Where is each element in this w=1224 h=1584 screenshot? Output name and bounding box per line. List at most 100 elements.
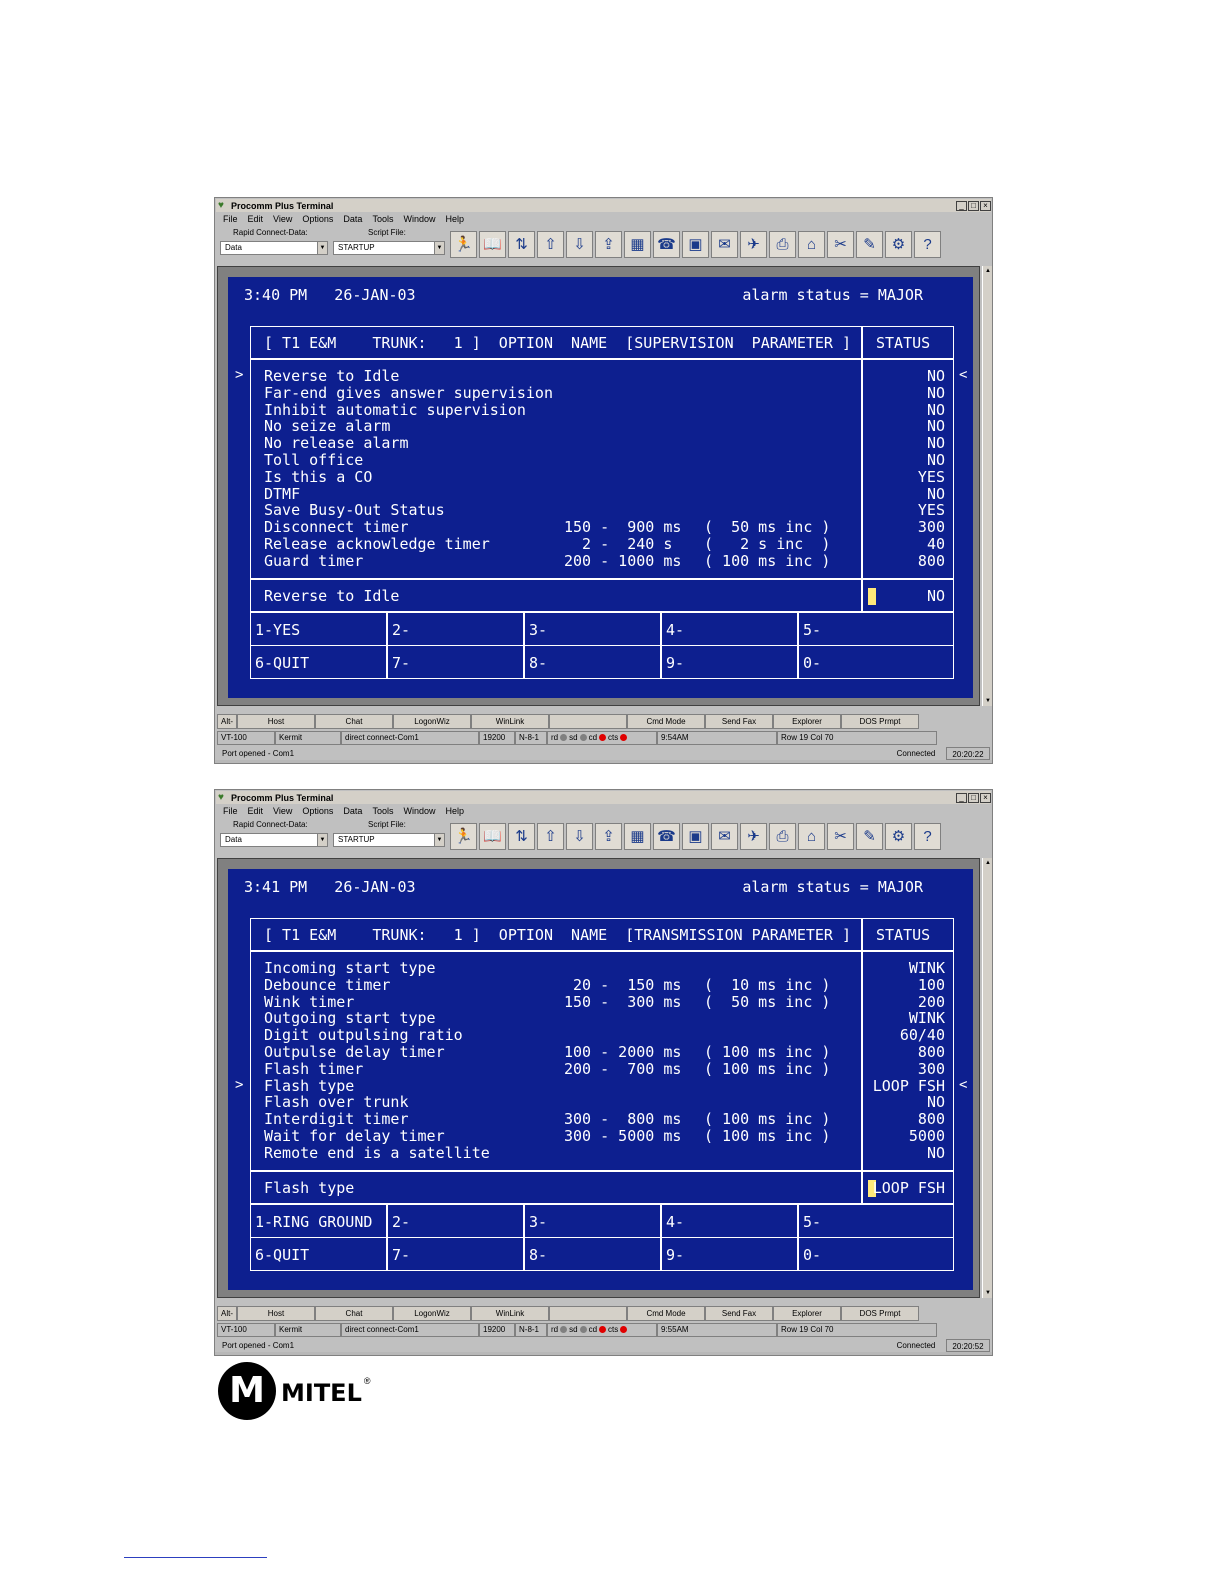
monitor-icon[interactable]: ▣ bbox=[682, 231, 709, 258]
prompt-value-box[interactable]: NO bbox=[862, 579, 954, 612]
button-bar-winlink-button[interactable]: WinLink bbox=[471, 714, 549, 729]
help-globe-icon[interactable]: ? bbox=[914, 823, 941, 850]
menu-tools[interactable]: Tools bbox=[367, 805, 398, 818]
button-bar-chat-button[interactable]: Chat bbox=[315, 1306, 393, 1321]
button-bar-explorer-button[interactable]: Explorer bbox=[773, 714, 841, 729]
send-file-icon[interactable]: ⇧ bbox=[537, 823, 564, 850]
receive-file-icon[interactable]: ⇩ bbox=[566, 823, 593, 850]
capture-icon[interactable]: ▦ bbox=[624, 231, 651, 258]
menu-help[interactable]: Help bbox=[440, 213, 469, 226]
chevron-down-icon[interactable]: ▼ bbox=[434, 242, 444, 254]
tools-icon[interactable]: ✂ bbox=[827, 231, 854, 258]
button-bar-cmdmode-button[interactable]: Cmd Mode bbox=[627, 714, 705, 729]
scroll-down-icon[interactable]: ▼ bbox=[983, 696, 992, 706]
option-key-0[interactable]: 0- bbox=[798, 1237, 954, 1271]
button-bar-blank[interactable] bbox=[549, 714, 627, 729]
upload-icon[interactable]: ⇪ bbox=[595, 231, 622, 258]
menu-file[interactable]: File bbox=[218, 805, 243, 818]
menu-window[interactable]: Window bbox=[398, 805, 440, 818]
button-bar-dosprmpt-button[interactable]: DOS Prmpt bbox=[841, 714, 919, 729]
script-file-combo[interactable]: STARTUP ▼ bbox=[333, 241, 445, 255]
chevron-down-icon[interactable]: ▼ bbox=[317, 834, 327, 846]
menu-options[interactable]: Options bbox=[297, 213, 338, 226]
button-bar-explorer-button[interactable]: Explorer bbox=[773, 1306, 841, 1321]
chevron-down-icon[interactable]: ▼ bbox=[434, 834, 444, 846]
option-key-2[interactable]: 2- bbox=[387, 1204, 524, 1238]
receive-file-icon[interactable]: ⇩ bbox=[566, 231, 593, 258]
vertical-scrollbar[interactable]: ▲ ▼ bbox=[982, 266, 992, 706]
capture-icon[interactable]: ▦ bbox=[624, 823, 651, 850]
menu-edit[interactable]: Edit bbox=[243, 213, 269, 226]
option-key-6[interactable]: 6-QUIT bbox=[250, 645, 387, 679]
tools-icon[interactable]: ✂ bbox=[827, 823, 854, 850]
button-bar-cmdmode-button[interactable]: Cmd Mode bbox=[627, 1306, 705, 1321]
rapid-connect-combo[interactable]: Data ▼ bbox=[220, 833, 328, 847]
button-bar-host-button[interactable]: Host bbox=[237, 714, 315, 729]
send-file-icon[interactable]: ⇧ bbox=[537, 231, 564, 258]
scroll-down-icon[interactable]: ▼ bbox=[983, 1288, 992, 1298]
option-key-3[interactable]: 3- bbox=[524, 612, 661, 646]
menu-help[interactable]: Help bbox=[440, 805, 469, 818]
option-key-9[interactable]: 9- bbox=[661, 645, 798, 679]
menu-window[interactable]: Window bbox=[398, 213, 440, 226]
monitor-icon[interactable]: ▣ bbox=[682, 823, 709, 850]
rapid-connect-combo[interactable]: Data ▼ bbox=[220, 241, 328, 255]
option-key-1[interactable]: 1-YES bbox=[250, 612, 387, 646]
network-icon[interactable]: ⌂ bbox=[798, 823, 825, 850]
option-key-7[interactable]: 7- bbox=[387, 645, 524, 679]
dial-icon[interactable]: ☎ bbox=[653, 231, 680, 258]
print-icon[interactable]: ⎙ bbox=[769, 231, 796, 258]
prompt-value-box[interactable]: LOOP FSH bbox=[862, 1171, 954, 1204]
option-key-6[interactable]: 6-QUIT bbox=[250, 1237, 387, 1271]
option-key-5[interactable]: 5- bbox=[798, 1204, 954, 1238]
button-bar-blank[interactable] bbox=[549, 1306, 627, 1321]
minimize-button[interactable]: _ bbox=[956, 792, 967, 803]
network-icon[interactable]: ⌂ bbox=[798, 231, 825, 258]
script-file-combo[interactable]: STARTUP ▼ bbox=[333, 833, 445, 847]
option-key-8[interactable]: 8- bbox=[524, 645, 661, 679]
option-key-8[interactable]: 8- bbox=[524, 1237, 661, 1271]
phonebook-icon[interactable]: 📖 bbox=[479, 231, 506, 258]
maximize-button[interactable]: □ bbox=[968, 200, 979, 211]
fax-icon[interactable]: ✈ bbox=[740, 823, 767, 850]
mode-icon[interactable]: ⇅ bbox=[508, 823, 535, 850]
chat-icon[interactable]: ✉ bbox=[711, 823, 738, 850]
option-key-9[interactable]: 9- bbox=[661, 1237, 798, 1271]
option-key-5[interactable]: 5- bbox=[798, 612, 954, 646]
option-key-7[interactable]: 7- bbox=[387, 1237, 524, 1271]
menu-file[interactable]: File bbox=[218, 213, 243, 226]
button-bar-logonwiz-button[interactable]: LogonWiz bbox=[393, 714, 471, 729]
button-bar-alt-button[interactable]: Alt- bbox=[217, 714, 237, 729]
button-bar-logonwiz-button[interactable]: LogonWiz bbox=[393, 1306, 471, 1321]
upload-icon[interactable]: ⇪ bbox=[595, 823, 622, 850]
settings-icon[interactable]: ⚙ bbox=[885, 231, 912, 258]
menu-tools[interactable]: Tools bbox=[367, 213, 398, 226]
button-bar-host-button[interactable]: Host bbox=[237, 1306, 315, 1321]
button-bar-winlink-button[interactable]: WinLink bbox=[471, 1306, 549, 1321]
menu-options[interactable]: Options bbox=[297, 805, 338, 818]
scroll-up-icon[interactable]: ▲ bbox=[983, 266, 992, 276]
button-bar-sendfax-button[interactable]: Send Fax bbox=[705, 1306, 773, 1321]
maximize-button[interactable]: □ bbox=[968, 792, 979, 803]
option-key-2[interactable]: 2- bbox=[387, 612, 524, 646]
close-button[interactable]: × bbox=[980, 792, 991, 803]
option-key-4[interactable]: 4- bbox=[661, 1204, 798, 1238]
button-bar-alt-button[interactable]: Alt- bbox=[217, 1306, 237, 1321]
cut-icon[interactable]: ✎ bbox=[856, 823, 883, 850]
button-bar-chat-button[interactable]: Chat bbox=[315, 714, 393, 729]
cut-icon[interactable]: ✎ bbox=[856, 231, 883, 258]
option-key-3[interactable]: 3- bbox=[524, 1204, 661, 1238]
chat-icon[interactable]: ✉ bbox=[711, 231, 738, 258]
menu-view[interactable]: View bbox=[268, 805, 297, 818]
option-key-4[interactable]: 4- bbox=[661, 612, 798, 646]
menu-edit[interactable]: Edit bbox=[243, 805, 269, 818]
chevron-down-icon[interactable]: ▼ bbox=[317, 242, 327, 254]
button-bar-dosprmpt-button[interactable]: DOS Prmpt bbox=[841, 1306, 919, 1321]
settings-icon[interactable]: ⚙ bbox=[885, 823, 912, 850]
minimize-button[interactable]: _ bbox=[956, 200, 967, 211]
run-script-icon[interactable]: 🏃 bbox=[450, 823, 477, 850]
vertical-scrollbar[interactable]: ▲ ▼ bbox=[982, 858, 992, 1298]
help-globe-icon[interactable]: ? bbox=[914, 231, 941, 258]
close-button[interactable]: × bbox=[980, 200, 991, 211]
run-script-icon[interactable]: 🏃 bbox=[450, 231, 477, 258]
